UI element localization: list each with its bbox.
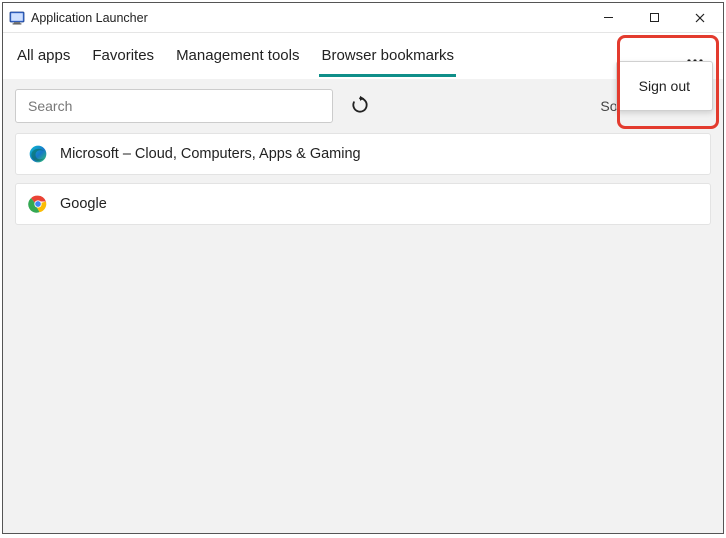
refresh-icon — [350, 95, 370, 118]
tab-all-apps[interactable]: All apps — [15, 41, 72, 77]
app-icon — [9, 10, 25, 26]
close-button[interactable] — [677, 3, 723, 32]
window-title: Application Launcher — [31, 11, 148, 25]
titlebar: Application Launcher — [3, 3, 723, 33]
edge-icon — [28, 144, 48, 164]
bookmark-label: Microsoft – Cloud, Computers, Apps & Gam… — [60, 146, 361, 162]
bookmark-item[interactable]: Microsoft – Cloud, Computers, Apps & Gam… — [15, 133, 711, 175]
refresh-button[interactable] — [347, 93, 373, 119]
maximize-button[interactable] — [631, 3, 677, 32]
tab-management-tools[interactable]: Management tools — [174, 41, 301, 77]
bookmark-label: Google — [60, 196, 107, 212]
tab-browser-bookmarks[interactable]: Browser bookmarks — [319, 41, 456, 77]
chrome-icon — [28, 194, 48, 214]
bookmark-list: Microsoft – Cloud, Computers, Apps & Gam… — [3, 133, 723, 533]
tab-favorites[interactable]: Favorites — [90, 41, 156, 77]
sign-out-menu-item[interactable]: Sign out — [617, 66, 712, 106]
bookmark-item[interactable]: Google — [15, 183, 711, 225]
app-window: Application Launcher All apps Favorites … — [2, 2, 724, 534]
more-menu-popup: Sign out — [616, 61, 713, 111]
window-controls — [585, 3, 723, 32]
search-input[interactable] — [15, 89, 333, 123]
minimize-button[interactable] — [585, 3, 631, 32]
